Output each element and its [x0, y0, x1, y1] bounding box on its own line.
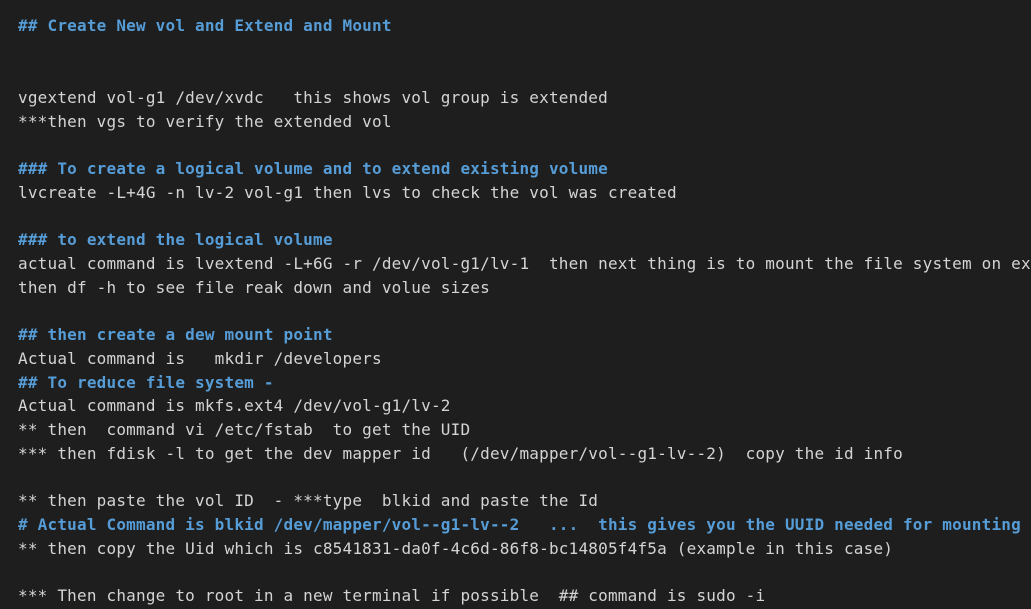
- heading-line: # Actual Command is blkid /dev/mapper/vo…: [18, 515, 1021, 534]
- heading-line: ## then create a dew mount point: [18, 325, 333, 344]
- text-line: ** then copy the Uid which is c8541831-d…: [18, 539, 894, 558]
- text-line: *** then fdisk -l to get the dev mapper …: [18, 444, 903, 463]
- text-line: lvcreate -L+4G -n lv-2 vol-g1 then lvs t…: [18, 183, 677, 202]
- text-line: then df -h to see file reak down and vol…: [18, 278, 490, 297]
- text-editor[interactable]: ## Create New vol and Extend and Mount v…: [0, 0, 1031, 609]
- text-line: actual command is lvextend -L+6G -r /dev…: [18, 254, 1031, 273]
- text-line: ** then command vi /etc/fstab to get the…: [18, 420, 471, 439]
- text-line: Actual command is mkfs.ext4 /dev/vol-g1/…: [18, 396, 451, 415]
- heading-line: ### to extend the logical volume: [18, 230, 333, 249]
- heading-line: ### To create a logical volume and to ex…: [18, 159, 608, 178]
- text-line: ***then vgs to verify the extended vol: [18, 112, 392, 131]
- text-line: vgextend vol-g1 /dev/xvdc this shows vol…: [18, 88, 608, 107]
- text-line: Actual command is mkdir /developers: [18, 349, 382, 368]
- heading-line: ## Create New vol and Extend and Mount: [18, 16, 392, 35]
- text-line: ** then paste the vol ID - ***type blkid…: [18, 491, 599, 510]
- heading-line: ## To reduce file system -: [18, 373, 274, 392]
- text-line: *** Then change to root in a new termina…: [18, 586, 766, 605]
